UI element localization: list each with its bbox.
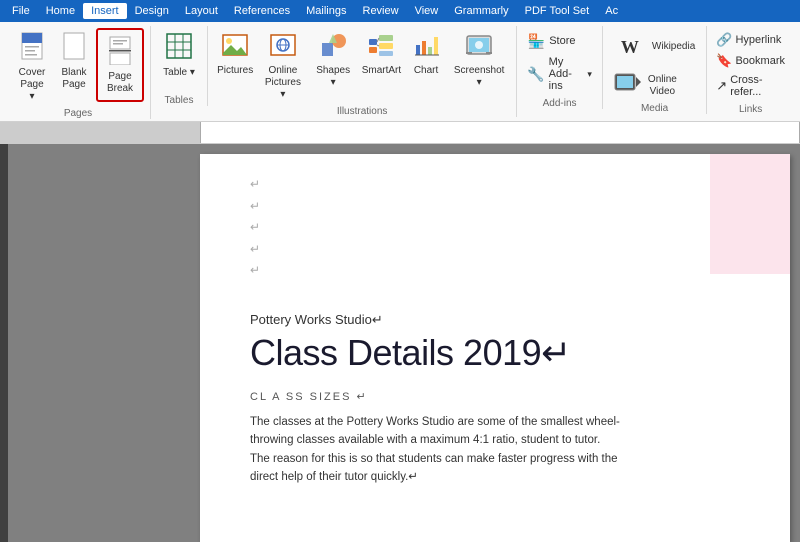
media-group-label: Media [641,103,668,114]
chart-button[interactable]: Chart [406,28,446,80]
store-icon: 🏪 [527,32,545,50]
menu-ac[interactable]: Ac [597,3,626,19]
shapes-label: Shapes ▾ [315,65,352,89]
ribbon-group-illustrations: Pictures OnlinePictures ▾ [208,26,517,117]
ribbon-group-addins: 🏪 Store 🔧 My Add-ins ▾ Add-ins [517,26,603,109]
return-mark-5: ↵ [250,260,750,282]
doc-subtitle: Pottery Works Studio↵ [250,312,750,328]
page-break-icon [106,35,134,69]
pages-group-label: Pages [64,108,92,119]
menu-file[interactable]: File [4,3,38,19]
cover-page-label: CoverPage ▾ [17,67,47,103]
hyperlink-label: Hyperlink [735,34,781,46]
smartart-label: SmartArt [362,65,401,77]
shapes-button[interactable]: Shapes ▾ [310,28,357,92]
return-marks: ↵ ↵ ↵ ↵ ↵ [250,174,750,282]
bookmark-button[interactable]: 🔖 Bookmark [713,51,788,71]
doc-section-label: CL A SS SIZES ↵ [250,390,750,403]
hyperlink-button[interactable]: 🔗 Hyperlink [713,30,788,50]
online-pictures-label: OnlinePictures ▾ [263,65,302,101]
cross-reference-label: Cross-refer... [730,74,785,98]
store-button[interactable]: 🏪 Store [523,30,596,52]
page-break-bar [0,144,8,542]
online-video-icon [614,73,642,98]
menu-layout[interactable]: Layout [177,3,226,19]
return-mark-2: ↵ [250,196,750,218]
cross-reference-icon: ↗ [716,78,727,94]
menu-mailings[interactable]: Mailings [298,3,354,19]
ruler-main [200,122,800,143]
online-video-button[interactable]: OnlineVideo [609,70,682,101]
chart-label: Chart [414,65,438,77]
doc-pink-corner [710,154,790,274]
smartart-icon [367,31,395,63]
return-mark-4: ↵ [250,239,750,261]
hyperlink-icon: 🔗 [716,32,732,48]
screenshot-button[interactable]: Screenshot ▾ [448,28,510,92]
wikipedia-button[interactable]: W Wikipedia [609,28,700,66]
online-video-label: OnlineVideo [648,74,677,98]
menu-pdftoolset[interactable]: PDF Tool Set [517,3,598,19]
menu-design[interactable]: Design [127,3,177,19]
pictures-button[interactable]: Pictures [214,28,256,80]
bookmark-label: Bookmark [735,55,785,67]
links-group-label: Links [739,104,762,115]
ribbon-group-pages: CoverPage ▾ BlankPage [6,26,151,119]
smartart-button[interactable]: SmartArt [359,28,404,80]
my-addins-label: My Add-ins [549,56,584,92]
tables-group-label: Tables [165,95,194,106]
addins-group-label: Add-ins [543,98,577,109]
screenshot-label: Screenshot ▾ [453,65,505,89]
return-mark-3: ↵ [250,217,750,239]
page-break-label: PageBreak [107,71,133,95]
menu-references[interactable]: References [226,3,298,19]
wikipedia-label: Wikipedia [652,41,695,53]
cover-page-icon [18,31,46,65]
cross-reference-button[interactable]: ↗ Cross-refer... [713,72,788,100]
ribbon-group-media: W Wikipedia OnlineVideo Media [603,26,707,114]
my-addins-icon: 🔧 [527,65,544,83]
doc-title: Class Details 2019↵ [250,332,750,374]
online-pictures-icon [269,31,297,63]
ribbon: CoverPage ▾ BlankPage [0,22,800,122]
my-addins-arrow: ▾ [587,69,592,80]
left-panel [0,144,200,542]
shapes-icon [319,31,347,63]
document-page[interactable]: ↵ ↵ ↵ ↵ ↵ Pottery Works Studio↵ Class De… [200,154,790,542]
wikipedia-icon: W [614,31,646,63]
menu-insert[interactable]: Insert [83,3,127,19]
ribbon-group-tables: Table ▾ Tables [151,26,208,106]
cover-page-button[interactable]: CoverPage ▾ [12,28,52,106]
ribbon-group-links: 🔗 Hyperlink 🔖 Bookmark ↗ Cross-refer... … [707,26,794,115]
page-break-button[interactable]: PageBreak [100,32,140,98]
illustrations-group-label: Illustrations [337,106,388,117]
menu-bar: File Home Insert Design Layout Reference… [0,0,800,22]
table-icon [164,31,194,65]
chart-icon [412,31,440,63]
page-break-highlight-border: PageBreak [96,28,144,102]
menu-view[interactable]: View [407,3,447,19]
screenshot-icon [465,31,493,63]
table-label: Table ▾ [163,67,195,79]
blank-page-icon [60,31,88,65]
table-button[interactable]: Table ▾ [157,28,201,82]
pictures-label: Pictures [217,65,253,77]
blank-page-button[interactable]: BlankPage [54,28,94,94]
menu-review[interactable]: Review [355,3,407,19]
my-addins-button[interactable]: 🔧 My Add-ins ▾ [523,54,596,94]
document-area: ↵ ↵ ↵ ↵ ↵ Pottery Works Studio↵ Class De… [0,144,800,542]
bookmark-icon: 🔖 [716,53,732,69]
doc-body-text: The classes at the Pottery Works Studio … [250,413,620,487]
menu-grammarly[interactable]: Grammarly [446,3,516,19]
ruler-left [0,122,200,143]
ruler [0,122,800,144]
return-mark-1: ↵ [250,174,750,196]
pictures-icon [221,31,249,63]
menu-home[interactable]: Home [38,3,83,19]
online-pictures-button[interactable]: OnlinePictures ▾ [258,28,307,104]
store-label: Store [549,35,575,47]
blank-page-label: BlankPage [61,67,86,91]
